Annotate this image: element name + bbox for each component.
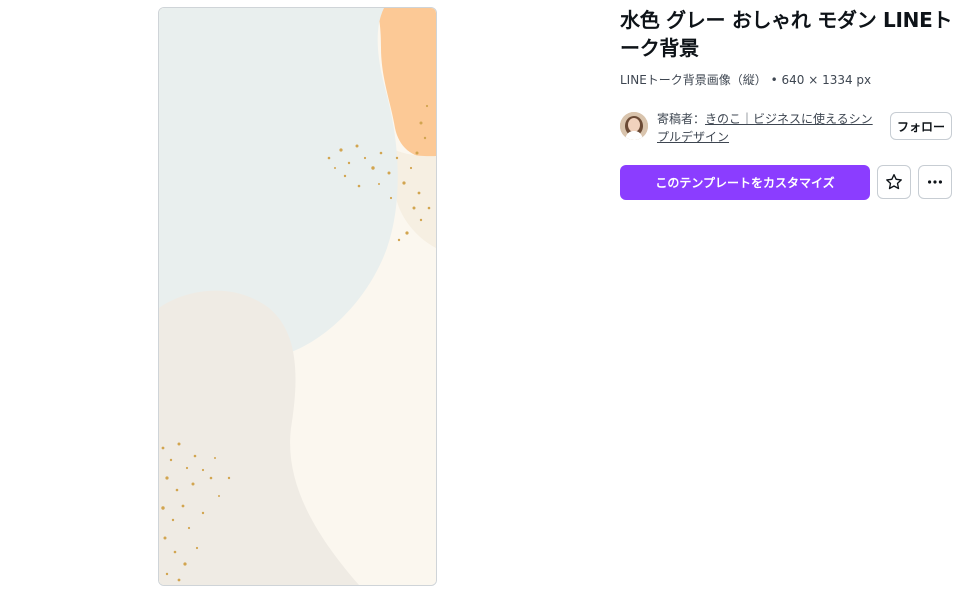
more-horizontal-icon xyxy=(928,180,942,184)
creator-row: 寄稿者：きのこ｜ビジネスに使えるシンプルデザイン フォロー xyxy=(620,110,956,148)
creator-avatar[interactable] xyxy=(620,112,648,140)
preview-artwork xyxy=(159,8,436,585)
template-meta: LINEトーク背景画像（縦） • 640 × 1334 px xyxy=(620,73,872,87)
favorite-button[interactable] xyxy=(877,165,911,199)
avatar-image xyxy=(620,112,648,140)
follow-button[interactable]: フォロー xyxy=(890,112,952,140)
template-info-panel: 水色 グレー おしゃれ モダン LINEトーク背景 LINEトーク背景画像（縦）… xyxy=(620,6,956,201)
template-title: 水色 グレー おしゃれ モダン LINEトーク背景 xyxy=(620,8,953,60)
more-options-button[interactable] xyxy=(918,165,952,199)
creator-prefix: 寄稿者： xyxy=(657,112,706,126)
action-row: このテンプレートをカスタマイズ xyxy=(620,165,956,201)
star-icon xyxy=(886,174,902,190)
template-preview[interactable] xyxy=(158,7,437,586)
template-detail-page: 水色 グレー おしゃれ モダン LINEトーク背景 LINEトーク背景画像（縦）… xyxy=(0,0,960,592)
customize-template-button[interactable]: このテンプレートをカスタマイズ xyxy=(620,165,870,200)
creator-byline: 寄稿者：きのこ｜ビジネスに使えるシンプルデザイン xyxy=(657,110,882,146)
